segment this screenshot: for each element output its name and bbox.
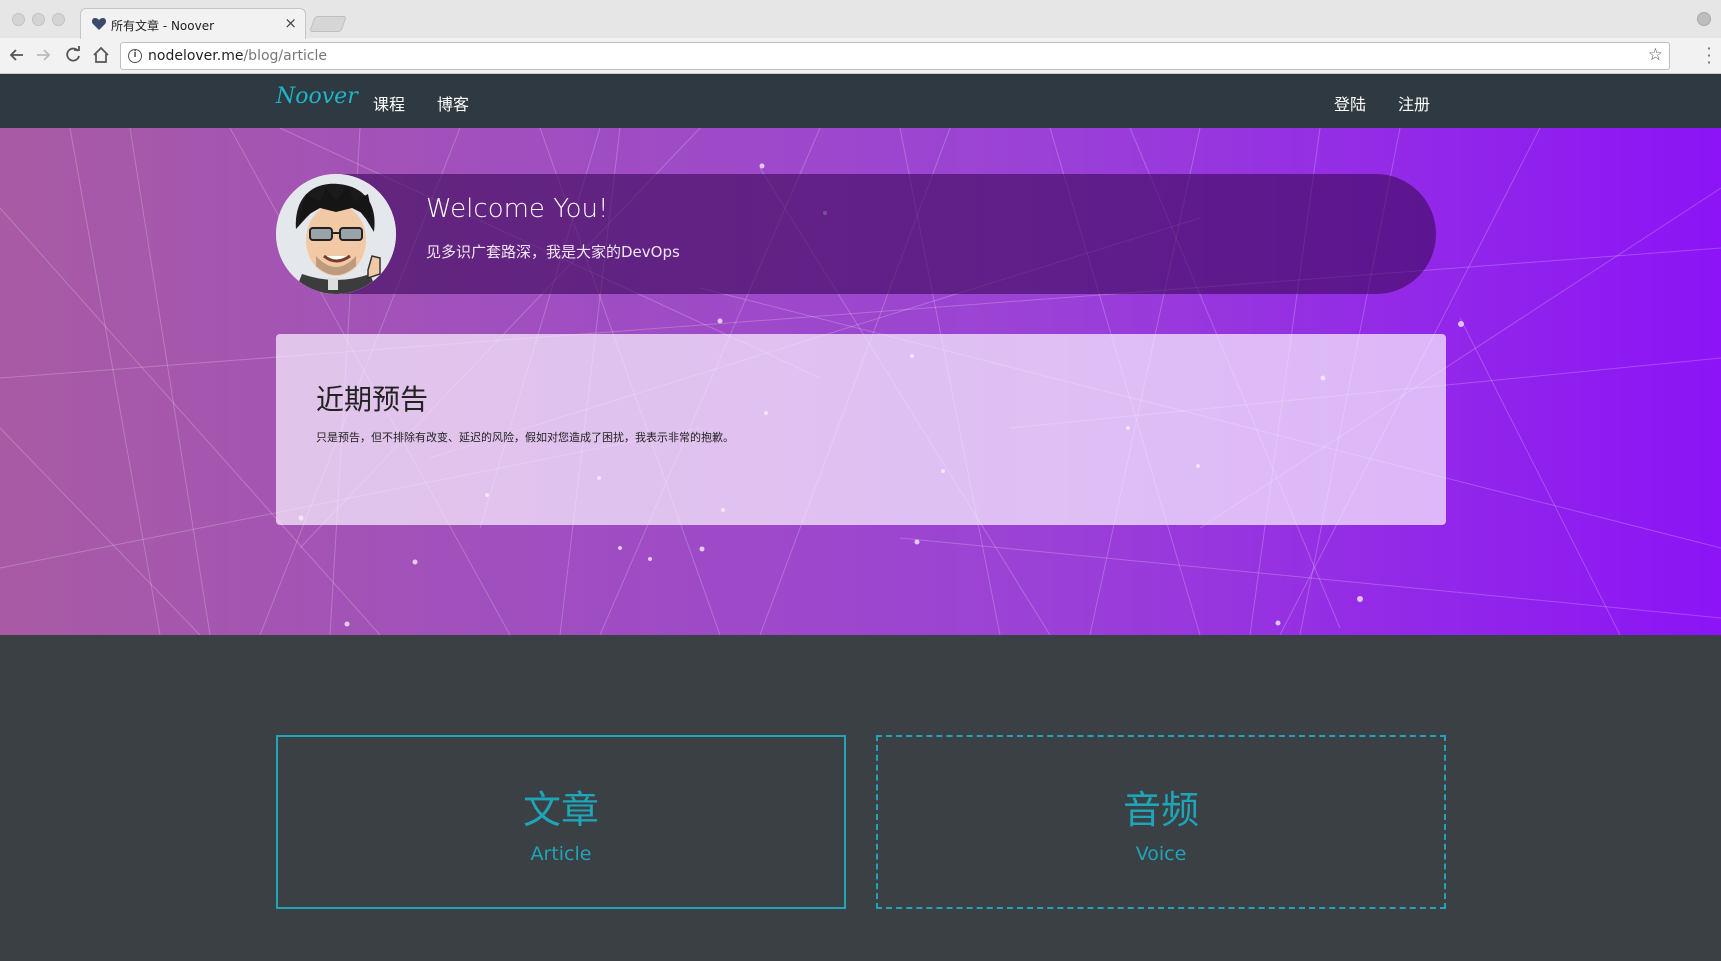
article-card-subtitle: Article: [530, 843, 592, 865]
article-card-title: 文章: [522, 788, 599, 832]
notice-text: 只是预告，但不排除有改变、延迟的风险，假如对您造成了困扰，我表示非常的抱歉。: [316, 431, 734, 444]
voice-card-title: 音频: [1122, 788, 1199, 832]
tab-strip: 所有文章 - Noover ×: [0, 0, 1721, 39]
browser-toolbar: i nodelover.me/blog/article ☆ · · ·: [0, 38, 1721, 74]
hero-section: Welcome You! 见多识广套路深，我是大家的DevOps 近期预告 只是…: [0, 128, 1721, 635]
star-icon[interactable]: ☆: [1648, 45, 1663, 65]
menu-icon[interactable]: · · ·: [1706, 41, 1712, 71]
site-navbar: Noover 课程 博客 登陆 注册: [0, 74, 1721, 128]
voice-card[interactable]: 音频 Voice: [876, 735, 1446, 909]
reload-icon[interactable]: [62, 44, 84, 66]
info-icon[interactable]: i: [128, 49, 142, 63]
register-link[interactable]: 注册: [1398, 91, 1430, 115]
close-window-button[interactable]: [12, 13, 25, 26]
notice-panel: 近期预告 只是预告，但不排除有改变、延迟的风险，假如对您造成了困扰，我表示非常的…: [276, 334, 1446, 525]
login-link[interactable]: 登陆: [1334, 91, 1366, 115]
browser-tab[interactable]: 所有文章 - Noover ×: [80, 8, 306, 39]
avatar: [276, 174, 396, 294]
browser-chrome: 所有文章 - Noover × i nodelover.me/blog/arti…: [0, 0, 1721, 74]
tab-title: 所有文章 - Noover: [111, 19, 215, 33]
minimize-window-button[interactable]: [32, 13, 45, 26]
welcome-banner: Welcome You! 见多识广套路深，我是大家的DevOps: [276, 174, 1436, 294]
article-card[interactable]: 文章 Article: [276, 735, 846, 909]
home-icon[interactable]: [90, 44, 112, 66]
profile-icon[interactable]: [1697, 12, 1711, 26]
brand-logo[interactable]: Noover: [276, 84, 358, 109]
back-arrow-icon[interactable]: [6, 44, 28, 66]
voice-card-subtitle: Voice: [1135, 843, 1187, 865]
welcome-subtitle: 见多识广套路深，我是大家的DevOps: [426, 243, 680, 261]
nav-link-courses[interactable]: 课程: [373, 91, 405, 115]
tab-close-icon[interactable]: ×: [284, 14, 297, 32]
welcome-title: Welcome You!: [426, 194, 609, 224]
zoom-window-button[interactable]: [52, 13, 65, 26]
heart-favicon-icon: [91, 18, 107, 30]
new-tab-button[interactable]: [309, 16, 347, 32]
forward-arrow-icon[interactable]: [32, 44, 54, 66]
address-bar[interactable]: i nodelover.me/blog/article ☆: [120, 42, 1670, 70]
nav-link-blog[interactable]: 博客: [437, 91, 469, 115]
notice-title: 近期预告: [316, 383, 429, 416]
url-text: nodelover.me/blog/article: [148, 48, 328, 64]
